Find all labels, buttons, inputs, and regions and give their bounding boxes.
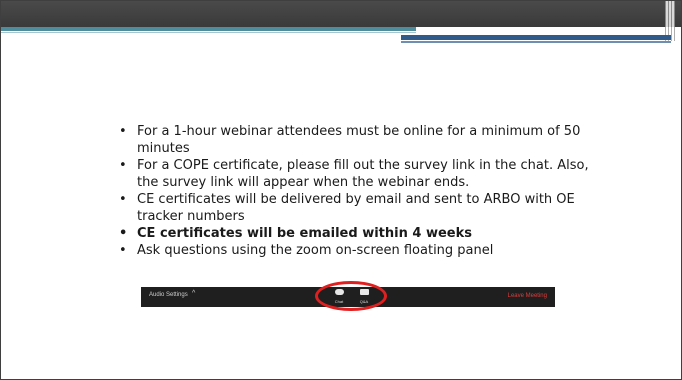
accent-line-blue-secondary [401,41,671,43]
highlight-circle [315,281,387,311]
bullet-item-2: For a COPE certificate, please fill out … [117,157,597,191]
bullet-item-4: CE certificates will be emailed within 4… [117,225,597,242]
accent-line-blue [401,35,671,40]
bullet-item-3: CE certificates will be delivered by ema… [117,191,597,225]
audio-settings-label: Audio Settings [149,292,188,298]
chevron-up-icon: ^ [192,290,196,297]
presentation-slide: For a 1-hour webinar attendees must be o… [0,0,682,380]
accent-line-thin [1,32,416,33]
bullet-item-5: Ask questions using the zoom on-screen f… [117,242,597,259]
bullet-list: For a 1-hour webinar attendees must be o… [117,123,597,259]
bullet-item-1: For a 1-hour webinar attendees must be o… [117,123,597,157]
leave-meeting-label: Leave Meeting [507,293,547,299]
accent-line-teal [1,27,416,31]
slide-header-band [1,1,681,27]
